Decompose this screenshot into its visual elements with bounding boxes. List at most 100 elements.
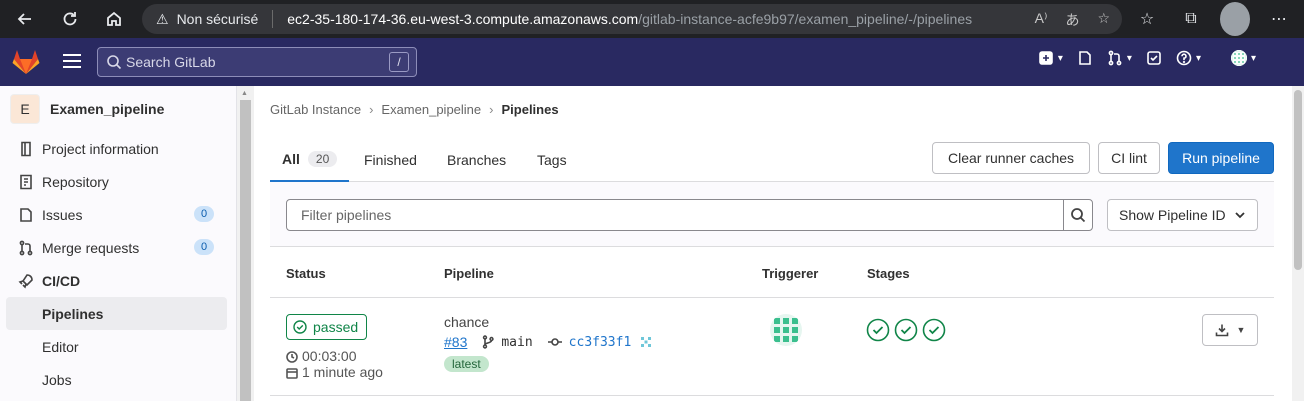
commit-author-avatar xyxy=(641,337,652,347)
triggerer-avatar[interactable] xyxy=(770,314,802,346)
gitlab-header: Search GitLab / ▾ ▾ ▾ ▾ xyxy=(0,38,1304,86)
reload-icon[interactable] xyxy=(53,2,87,36)
duration-text: 00:03:00 xyxy=(302,348,357,364)
status-text: passed xyxy=(313,319,359,335)
ci-lint-button[interactable]: CI lint xyxy=(1098,142,1160,174)
table-row: passed 00:03:00 1 minute ago chance #83 … xyxy=(270,298,1274,396)
run-pipeline-button[interactable]: Run pipeline xyxy=(1168,142,1274,174)
sidebar-item-merge-requests[interactable]: Merge requests 0 xyxy=(0,231,236,264)
clear-runner-caches-button[interactable]: Clear runner caches xyxy=(932,142,1090,174)
download-icon xyxy=(1215,324,1228,337)
pipeline-stages xyxy=(866,318,950,342)
issues-button[interactable] xyxy=(1077,50,1093,66)
sidebar-item-label: Merge requests xyxy=(42,239,140,256)
pipeline-finished: 1 minute ago xyxy=(286,364,383,380)
url-separator xyxy=(272,10,274,28)
branch-name[interactable]: main xyxy=(501,335,532,350)
todos-button[interactable] xyxy=(1146,50,1162,66)
merge-requests-button[interactable]: ▾ xyxy=(1107,50,1132,66)
back-icon[interactable] xyxy=(8,2,42,36)
tab-finished[interactable]: Finished xyxy=(364,138,417,182)
home-icon[interactable] xyxy=(97,2,131,36)
collections-icon[interactable]: ⧉ xyxy=(1176,2,1206,36)
menu-icon[interactable] xyxy=(60,50,84,74)
search-shortcut: / xyxy=(389,52,409,72)
chevron-right-icon: › xyxy=(369,102,374,117)
sidebar: E Examen_pipeline Project information Re… xyxy=(0,86,237,401)
search-icon xyxy=(1071,208,1086,223)
repository-icon xyxy=(18,174,34,190)
column-header-stages: Stages xyxy=(867,266,910,281)
column-header-pipeline: Pipeline xyxy=(444,266,494,281)
pipeline-id-dropdown[interactable]: Show Pipeline ID xyxy=(1107,199,1258,231)
url-path: /gitlab-instance-acfe9b97/examen_pipelin… xyxy=(638,11,973,27)
clock-icon xyxy=(286,350,298,363)
chevron-down-icon: ▼ xyxy=(1236,325,1246,335)
tab-tags[interactable]: Tags xyxy=(537,138,567,182)
user-menu-button[interactable]: ▾ xyxy=(1215,50,1256,66)
tab-branches[interactable]: Branches xyxy=(447,138,506,182)
status-badge[interactable]: passed xyxy=(286,314,368,340)
stage-passed-icon[interactable] xyxy=(922,318,946,342)
project-header[interactable]: E Examen_pipeline xyxy=(0,86,236,132)
create-new-button[interactable]: ▾ xyxy=(1038,50,1063,66)
column-header-triggerer: Triggerer xyxy=(762,266,819,281)
search-icon xyxy=(107,55,122,70)
breadcrumb-current[interactable]: Pipelines xyxy=(501,102,558,117)
pipeline-id-link[interactable]: #83 xyxy=(444,334,467,350)
header-actions: ▾ ▾ ▾ ▾ xyxy=(1024,50,1256,66)
favorite-add-icon[interactable]: ☆ xyxy=(1097,10,1110,30)
sidebar-item-issues[interactable]: Issues 0 xyxy=(0,198,236,231)
todo-icon xyxy=(1147,51,1161,65)
scroll-up-icon[interactable]: ▲ xyxy=(241,90,248,97)
dropdown-label: Show Pipeline ID xyxy=(1119,207,1226,223)
sidebar-scrollbar-thumb[interactable] xyxy=(240,100,251,401)
filter-pipelines-input[interactable]: Filter pipelines xyxy=(286,199,1064,231)
user-avatar xyxy=(1230,50,1247,66)
help-button[interactable]: ▾ xyxy=(1176,50,1201,66)
filter-search-button[interactable] xyxy=(1063,199,1093,231)
sidebar-item-label: Editor xyxy=(42,338,79,355)
sidebar-item-editor[interactable]: Editor xyxy=(0,330,236,363)
more-icon[interactable]: ⋯ xyxy=(1264,2,1294,36)
gitlab-logo-icon[interactable] xyxy=(11,47,41,77)
stage-passed-icon[interactable] xyxy=(866,318,890,342)
address-bar[interactable]: ⚠ Non sécurisé ec2-35-180-174-36.eu-west… xyxy=(142,4,1122,34)
download-artifacts-button[interactable]: ▼ xyxy=(1202,314,1258,346)
finished-text: 1 minute ago xyxy=(302,364,383,380)
commit-sha-link[interactable]: cc3f33f1 xyxy=(569,335,632,350)
sidebar-item-ci-cd[interactable]: CI/CD xyxy=(0,264,236,297)
tab-label: Finished xyxy=(364,152,417,168)
latest-badge: latest xyxy=(444,356,489,372)
filter-bar: Filter pipelines Show Pipeline ID xyxy=(270,182,1274,247)
search-input[interactable]: Search GitLab / xyxy=(97,47,417,77)
breadcrumb-item[interactable]: GitLab Instance xyxy=(270,102,361,117)
breadcrumb-item[interactable]: Examen_pipeline xyxy=(381,102,481,117)
sidebar-item-jobs[interactable]: Jobs xyxy=(0,363,236,396)
issues-icon xyxy=(1079,51,1091,65)
plus-square-icon xyxy=(1039,51,1053,65)
project-avatar: E xyxy=(10,94,40,124)
pipeline-name[interactable]: chance xyxy=(444,314,489,330)
tab-all[interactable]: All 20 xyxy=(270,138,350,182)
stage-passed-icon[interactable] xyxy=(894,318,918,342)
commit-icon xyxy=(547,335,563,349)
breadcrumb: GitLab Instance › Examen_pipeline › Pipe… xyxy=(270,102,559,117)
pipeline-info: #83 main cc3f33f1 xyxy=(444,334,653,350)
project-name: Examen_pipeline xyxy=(50,101,165,117)
filter-placeholder: Filter pipelines xyxy=(301,207,392,223)
sidebar-item-pipelines[interactable]: Pipelines xyxy=(6,297,227,330)
favorites-icon[interactable]: ☆ xyxy=(1132,2,1162,36)
sidebar-item-repository[interactable]: Repository xyxy=(0,165,236,198)
browser-right-icons: ☆ ⧉ ⋯ xyxy=(1132,2,1294,36)
column-header-status: Status xyxy=(286,266,326,281)
translate-icon[interactable]: あ xyxy=(1065,10,1079,30)
read-aloud-icon[interactable]: A⁾ xyxy=(1035,10,1048,30)
sidebar-item-project-information[interactable]: Project information xyxy=(0,132,236,165)
page-scrollbar-thumb[interactable] xyxy=(1294,90,1302,270)
profile-icon[interactable] xyxy=(1220,2,1250,36)
sidebar-item-label: Jobs xyxy=(42,371,72,388)
merge-request-icon xyxy=(18,240,34,256)
sidebar-item-label: Project information xyxy=(42,140,159,157)
issues-icon xyxy=(18,207,34,223)
